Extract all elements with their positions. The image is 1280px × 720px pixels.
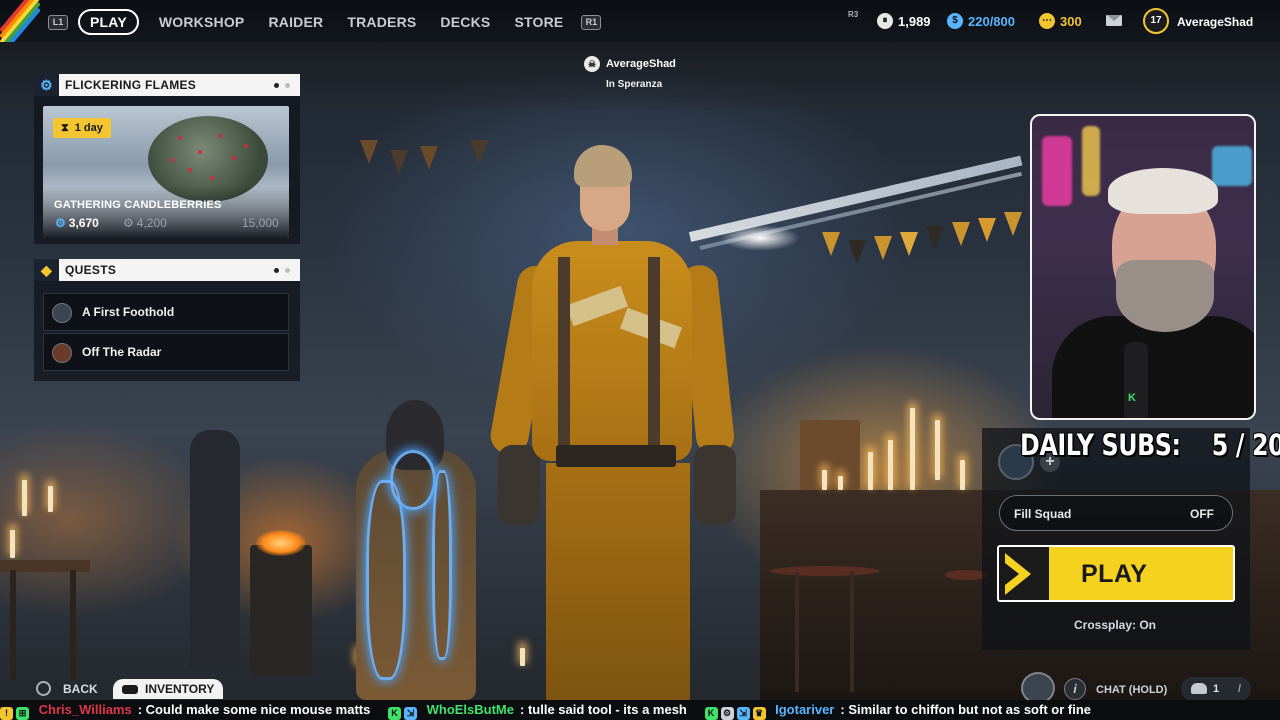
chevron-right-icon <box>999 547 1049 600</box>
tab-traders[interactable]: TRADERS <box>347 14 416 30</box>
gear-badge-icon: ⚙ <box>720 707 734 720</box>
sub-badge-icon: ! <box>0 707 13 720</box>
event-name: GATHERING CANDLEBERRIES <box>54 199 222 211</box>
quest-item[interactable]: Off The Radar <box>43 333 289 371</box>
daily-subs-count: 5 / 20 <box>1211 428 1280 462</box>
chat-message: K ⇲ WhoElsButMe: tulle said tool - its a … <box>387 700 687 720</box>
time-remaining-text: 1 day <box>74 122 103 134</box>
emote-icon: ⊞ <box>16 707 29 720</box>
player-nameplate: ☠ AverageShad In Speranza <box>584 56 676 90</box>
crown-icon: ♛ <box>752 707 766 720</box>
mic-slash-icon: / <box>1237 683 1241 695</box>
l1-bumper-hint: L1 <box>48 14 68 30</box>
skull-avatar-icon: ☠ <box>584 56 600 72</box>
milestone-2: ⚙ 4,200 <box>123 216 167 230</box>
inventory-label: INVENTORY <box>145 682 215 696</box>
player-character-model[interactable] <box>487 145 768 705</box>
emote-icon: ⇲ <box>403 707 417 720</box>
chat-username: Chris_Williams <box>38 702 132 717</box>
credits-currency[interactable]: $ 220/800 <box>947 13 1015 29</box>
chat-username: WhoElsButMe <box>426 702 514 717</box>
event-card[interactable]: ⧗ 1 day GATHERING CANDLEBERRIES ⚙ 3,670 ⚙ 4… <box>43 106 289 238</box>
rainbow-stripe-logo <box>0 0 40 42</box>
gear-icon: ⚙ <box>34 74 59 96</box>
tab-raider[interactable]: RAIDER <box>268 14 323 30</box>
fill-squad-label: Fill Squad <box>1014 507 1072 521</box>
inventory-button[interactable]: INVENTORY <box>113 679 223 699</box>
quest-label: Off The Radar <box>82 345 162 359</box>
quests-panel-header[interactable]: ◆ QUESTS <box>34 259 300 281</box>
daily-subs-label: DAILY SUBS: <box>1020 428 1181 462</box>
fill-squad-value: OFF <box>1190 507 1214 521</box>
tab-store[interactable]: STORE <box>514 14 563 30</box>
event-panel-header[interactable]: ⚙ FLICKERING FLAMES <box>34 74 300 96</box>
milestone-3: 15,000 <box>242 216 279 230</box>
party-count: 1 <box>1213 683 1220 695</box>
gold-amount: 300 <box>1060 13 1082 29</box>
crossplay-status: Crossplay: On <box>1073 618 1157 632</box>
gear-icon: ⚙ <box>123 216 134 230</box>
chat-text: Could make some nice mouse matts <box>145 702 371 717</box>
k-badge-icon: K <box>387 707 401 720</box>
page-dots <box>268 259 290 281</box>
back-button[interactable]: BACK <box>36 681 98 696</box>
player-name: AverageShad <box>606 58 676 70</box>
tab-decks[interactable]: DECKS <box>440 14 490 30</box>
page-dots <box>268 74 290 96</box>
gold-coins-icon: ⋯ <box>1039 13 1055 29</box>
coin-icon: ⏸ <box>877 13 893 29</box>
chat-hold-hint[interactable]: CHAT (HOLD) <box>1096 684 1167 696</box>
chat-text: tulle said tool - its a mesh <box>527 702 687 717</box>
daily-subs-overlay: DAILY SUBS: 5 / 20 <box>1020 428 1280 462</box>
milestone-current: ⚙ 3,670 <box>55 216 99 230</box>
info-icon[interactable]: i <box>1064 678 1086 700</box>
credits-icon: $ <box>947 13 963 29</box>
play-button[interactable]: PLAY <box>997 545 1235 602</box>
back-label: BACK <box>63 681 98 696</box>
chat-message: ! ⊞ Chris_Williams: Could make some nice … <box>0 700 370 720</box>
party-indicator[interactable]: 1 / <box>1181 677 1251 701</box>
chat-text: Similar to chiffon but not as soft or fi… <box>848 702 1091 717</box>
quest-diamond-icon: ◆ <box>34 259 59 281</box>
player-location: In Speranza <box>606 79 663 90</box>
quest-giver-avatar <box>52 343 72 363</box>
quest-label: A First Foothold <box>82 305 175 319</box>
quest-giver-avatar <box>52 303 72 323</box>
touchpad-icon <box>122 685 138 694</box>
tab-workshop[interactable]: WORKSHOP <box>159 14 245 30</box>
quest-item[interactable]: A First Foothold <box>43 293 289 331</box>
people-icon <box>1191 683 1207 694</box>
gold-currency[interactable]: ⋯ 300 <box>1039 13 1082 29</box>
chat-username: Igotariver <box>775 702 835 717</box>
tab-play[interactable]: PLAY <box>78 9 139 35</box>
coins-amount: 1,989 <box>898 13 931 29</box>
quests-panel-title: QUESTS <box>65 263 117 277</box>
circle-button-icon <box>36 681 51 696</box>
play-button-label: PLAY <box>1081 560 1148 588</box>
main-nav: L1 PLAY WORKSHOP RAIDER TRADERS DECKS ST… <box>48 9 611 35</box>
player-level-badge[interactable]: 17 <box>1143 8 1169 34</box>
microphone <box>1124 342 1148 418</box>
gear-icon: ⚙ <box>55 216 66 230</box>
profile-username[interactable]: AverageShad <box>1177 15 1253 29</box>
emote-icon: ⇲ <box>736 707 750 720</box>
chat-ticker: ! ⊞ Chris_Williams: Could make some nice … <box>0 700 1280 720</box>
robed-statue <box>346 400 486 700</box>
hourglass-icon: ⧗ <box>61 122 69 134</box>
mail-icon[interactable] <box>1106 15 1122 26</box>
r3-hint: R3 <box>848 10 859 19</box>
k-badge-icon: K <box>704 707 718 720</box>
r1-bumper-hint: R1 <box>581 14 602 30</box>
top-navigation-bar: L1 PLAY WORKSHOP RAIDER TRADERS DECKS ST… <box>0 0 1280 42</box>
chat-message: K ⚙ ⇲ ♛ Igotariver: Similar to chiffon but … <box>704 700 1091 720</box>
time-remaining-badge: ⧗ 1 day <box>53 118 111 138</box>
fill-squad-toggle[interactable]: Fill Squad OFF <box>999 495 1233 531</box>
event-panel-title: FLICKERING FLAMES <box>65 78 197 92</box>
credits-amount: 220/800 <box>968 13 1015 29</box>
streamer-webcam <box>1030 114 1256 420</box>
coins-currency[interactable]: ⏸ 1,989 <box>877 13 931 29</box>
